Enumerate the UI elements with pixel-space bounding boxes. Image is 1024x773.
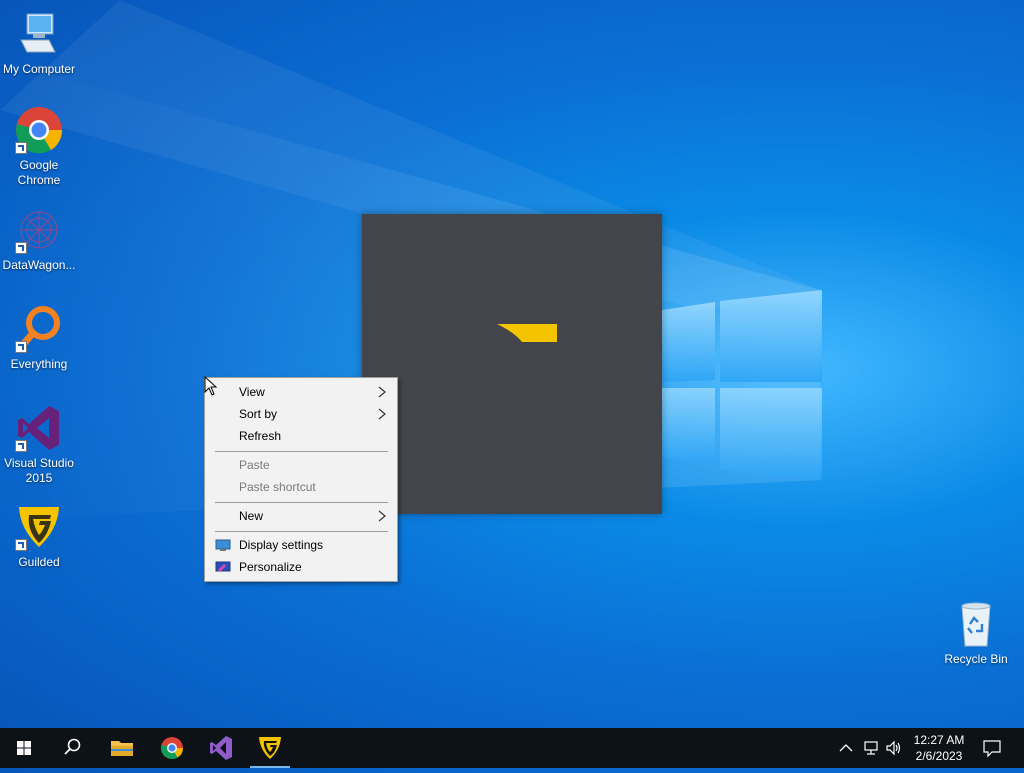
clock-time: 12:27 AM	[913, 733, 965, 747]
desktop-icon-google-chrome[interactable]: Google Chrome	[0, 106, 78, 188]
desktop-icon-label: Google Chrome	[17, 158, 61, 187]
menu-separator	[215, 451, 388, 452]
desktop-icon-my-computer[interactable]: My Computer	[0, 10, 78, 77]
menu-item-personalize[interactable]: Personalize	[207, 556, 395, 578]
desktop-icon-datawagon[interactable]: DataWagon...	[0, 206, 78, 273]
menu-separator	[215, 531, 388, 532]
taskbar-guilded[interactable]	[246, 728, 294, 768]
shortcut-arrow-icon	[15, 539, 27, 551]
taskbar-chrome[interactable]	[148, 728, 196, 768]
folder-icon	[111, 741, 133, 756]
menu-item-label: Display settings	[239, 538, 324, 552]
notification-center-icon[interactable]	[982, 738, 1002, 758]
personalize-icon	[215, 561, 231, 572]
chevron-right-icon	[378, 386, 386, 398]
menu-item-label: Paste	[239, 458, 270, 472]
menu-item-paste-shortcut[interactable]: Paste shortcut	[207, 476, 395, 498]
guilded-splash-window	[362, 214, 662, 514]
shortcut-arrow-icon	[15, 142, 27, 154]
desktop-icon-everything[interactable]: Everything	[0, 305, 78, 372]
desktop-icon-label: Guilded	[18, 555, 60, 569]
shortcut-arrow-icon	[15, 341, 27, 353]
desktop-icon-label: Recycle Bin	[944, 652, 1008, 666]
chevron-up-icon[interactable]	[838, 740, 854, 756]
desktop-icon-label: My Computer	[2, 62, 76, 76]
menu-item-display-settings[interactable]: Display settings	[207, 534, 395, 556]
desktop-icon-label: DataWagon...	[2, 258, 76, 272]
start-button[interactable]	[0, 728, 48, 768]
menu-item-paste[interactable]: Paste	[207, 454, 395, 476]
visual-studio-icon	[210, 736, 232, 760]
desktop-icon-label: Visual Studio 2015	[4, 456, 74, 485]
visual-studio-icon	[15, 404, 63, 452]
recycle-bin-icon	[952, 600, 1000, 648]
everything-search-icon	[15, 305, 63, 353]
clock-date: 2/6/2023	[915, 749, 963, 763]
network-icon[interactable]	[862, 739, 880, 757]
menu-item-refresh[interactable]: Refresh	[207, 425, 395, 447]
chrome-icon	[160, 737, 183, 759]
windows-icon	[17, 741, 31, 755]
menu-item-label: New	[239, 509, 264, 523]
shortcut-arrow-icon	[15, 440, 27, 452]
taskbar-clock[interactable]: 12:27 AM 2/6/2023	[906, 732, 972, 764]
datawagon-icon	[15, 206, 63, 254]
shortcut-arrow-icon	[15, 242, 27, 254]
menu-separator	[215, 502, 388, 503]
menu-item-view[interactable]: View	[207, 381, 395, 403]
desktop-icon-guilded[interactable]: Guilded	[0, 503, 78, 570]
menu-item-label: Paste shortcut	[239, 480, 316, 494]
computer-icon	[15, 10, 63, 58]
desktop-icon-label: Everything	[10, 357, 68, 371]
chrome-icon	[15, 106, 63, 154]
taskbar-file-explorer[interactable]	[98, 728, 146, 768]
menu-item-sort-by[interactable]: Sort by	[207, 403, 395, 425]
display-icon	[215, 539, 231, 551]
menu-item-label: Sort by	[239, 407, 278, 421]
chevron-right-icon	[378, 408, 386, 420]
volume-icon[interactable]	[885, 739, 903, 757]
desktop-icon-visual-studio-2015[interactable]: Visual Studio 2015	[0, 404, 78, 486]
guilded-icon	[259, 737, 281, 759]
taskbar: 12:27 AM 2/6/2023	[0, 728, 1024, 768]
menu-item-new[interactable]: New	[207, 505, 395, 527]
taskbar-visual-studio[interactable]	[197, 728, 245, 768]
chevron-right-icon	[378, 510, 386, 522]
desktop-icon-recycle-bin[interactable]: Recycle Bin	[938, 600, 1014, 666]
menu-item-label: Refresh	[239, 429, 282, 443]
menu-item-label: View	[239, 385, 265, 399]
search-icon	[64, 738, 81, 755]
search-button[interactable]	[48, 728, 96, 768]
menu-item-label: Personalize	[239, 560, 302, 574]
desktop-context-menu: View Sort by Refresh Paste Paste shortcu…	[204, 377, 398, 582]
mouse-cursor-icon	[204, 376, 218, 396]
guilded-icon	[15, 503, 63, 551]
guilded-logo-icon	[497, 324, 557, 342]
